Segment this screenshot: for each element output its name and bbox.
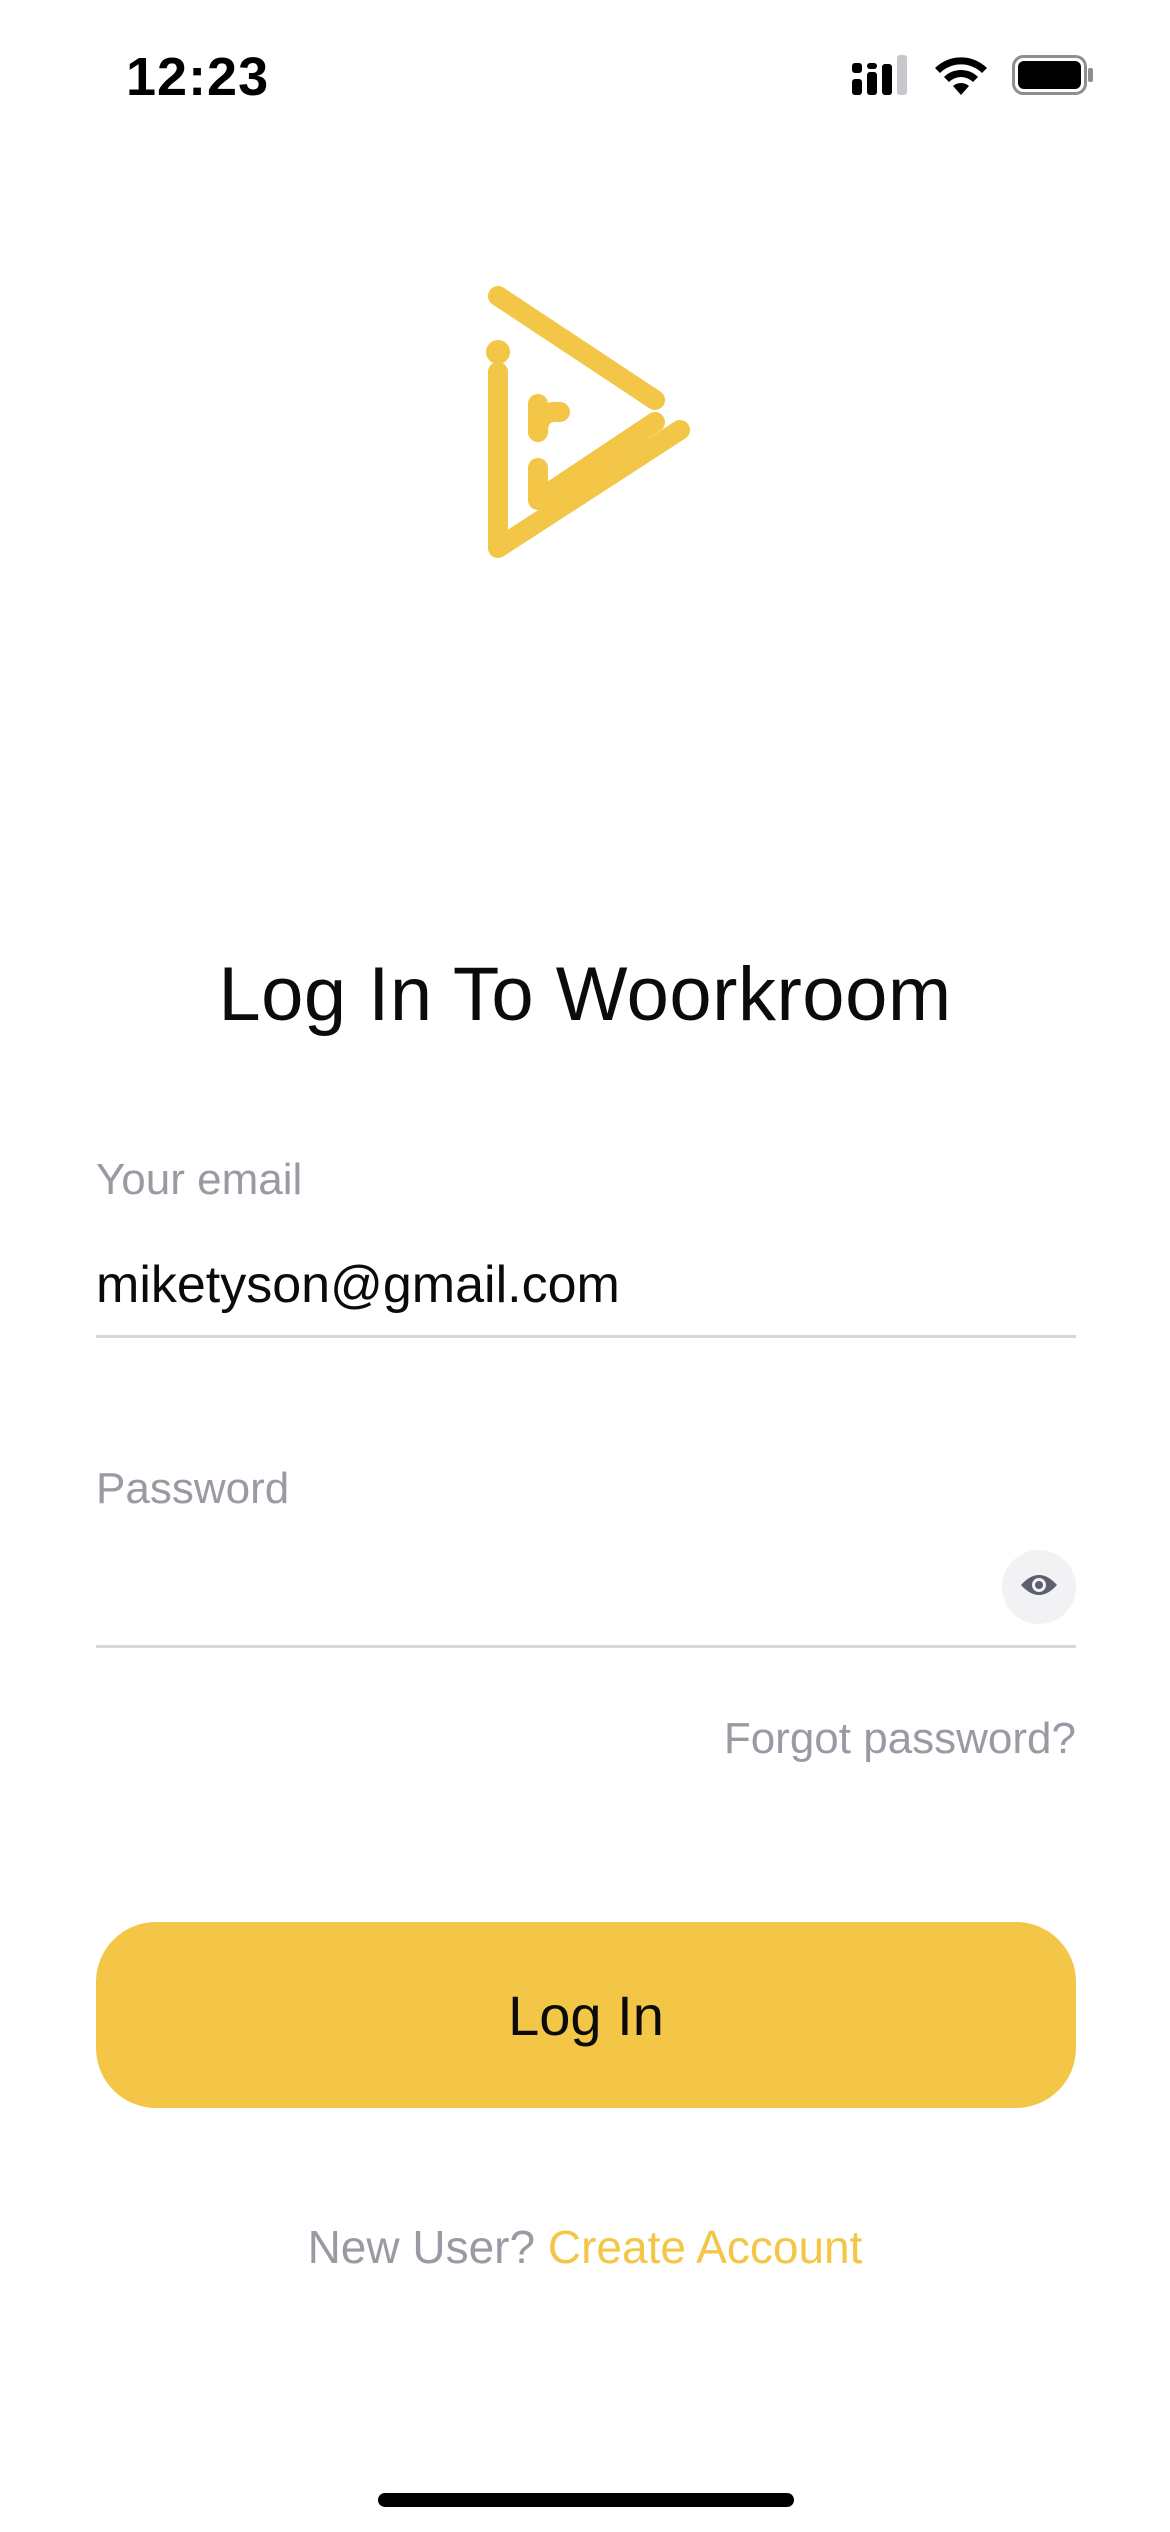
cellular-signal-icon xyxy=(852,55,910,100)
create-account-link[interactable]: Create Account xyxy=(548,2221,863,2273)
email-input[interactable] xyxy=(96,1250,1076,1320)
status-time: 12:23 xyxy=(126,47,270,107)
status-bar: 12:23 xyxy=(0,0,1170,150)
password-input[interactable] xyxy=(96,1569,976,1639)
signup-row: New User? Create Account xyxy=(0,2220,1170,2274)
home-indicator[interactable] xyxy=(378,2493,794,2507)
brand-logo xyxy=(470,282,700,572)
signup-prompt: New User? xyxy=(307,2221,536,2273)
battery-icon xyxy=(1012,55,1094,100)
password-field: Password xyxy=(96,1464,1076,1650)
wifi-icon xyxy=(934,55,988,100)
forgot-password-link[interactable]: Forgot password? xyxy=(724,1714,1076,1764)
page-title: Log In To Woorkroom xyxy=(218,951,952,1037)
toggle-password-visibility-button[interactable] xyxy=(1002,1550,1076,1624)
email-field: Your email xyxy=(96,1155,1076,1340)
password-divider xyxy=(96,1645,1076,1648)
password-label: Password xyxy=(96,1464,290,1513)
email-label: Your email xyxy=(96,1155,303,1204)
play-triangle-logo-icon xyxy=(486,286,690,558)
eye-icon xyxy=(1019,1571,1059,1604)
login-button[interactable]: Log In xyxy=(96,1922,1076,2108)
status-icons xyxy=(852,55,1094,100)
email-divider xyxy=(96,1335,1076,1338)
